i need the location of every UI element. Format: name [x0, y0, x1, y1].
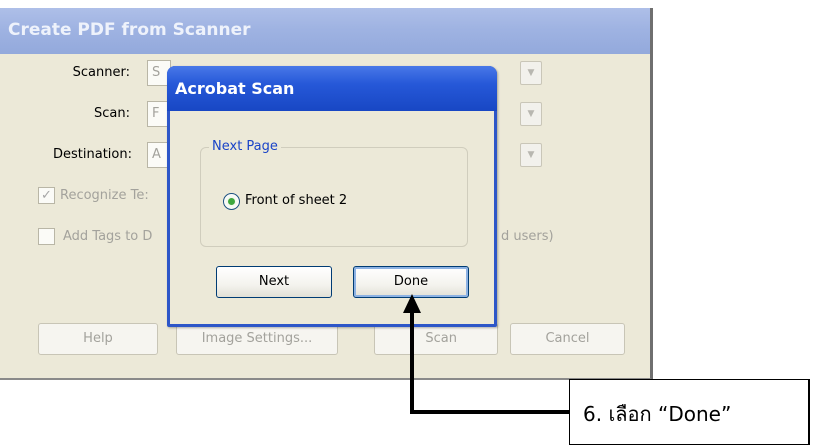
instruction-callout: 6. เลือก “Done” — [569, 379, 810, 445]
